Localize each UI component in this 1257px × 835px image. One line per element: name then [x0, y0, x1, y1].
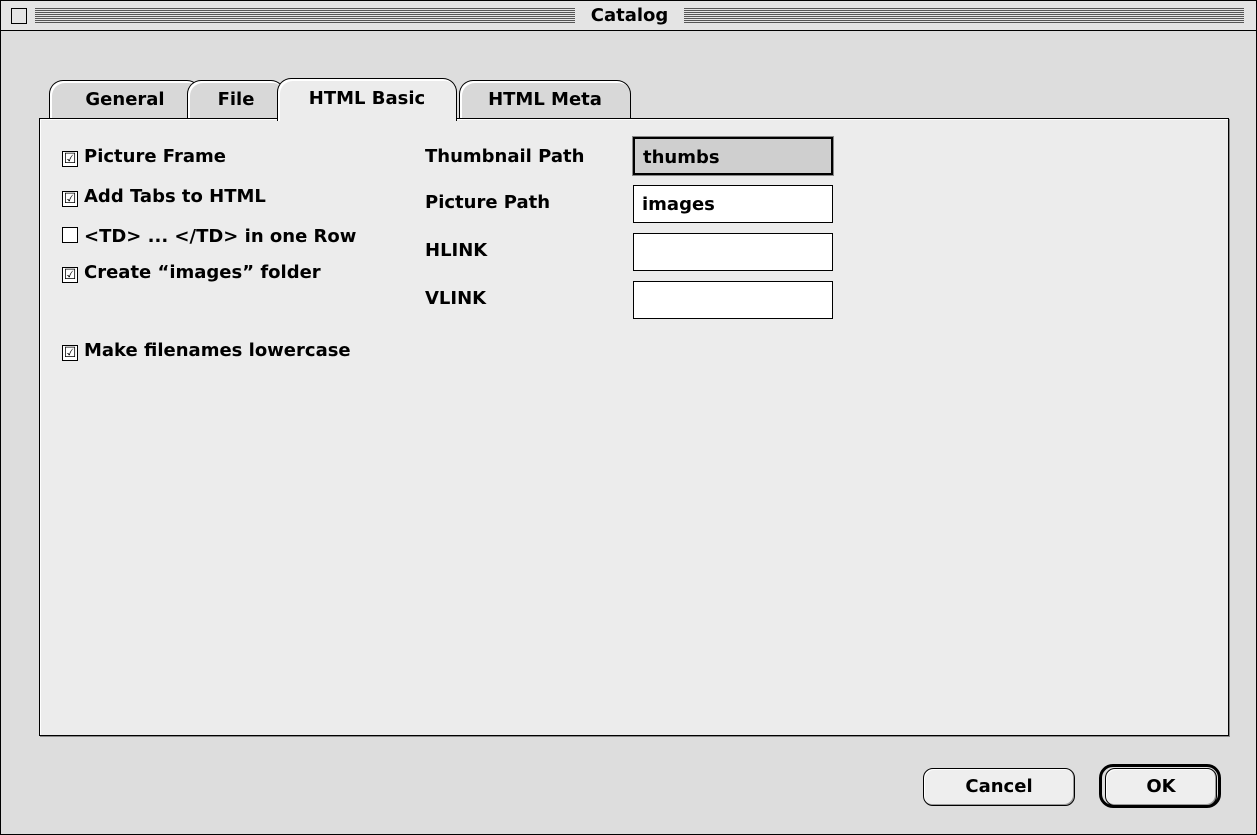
hlink-label: HLINK — [425, 240, 488, 261]
checkbox-box[interactable]: ☑ — [62, 267, 78, 283]
checkbox-label: Picture Frame — [84, 146, 226, 167]
title-bar[interactable]: Catalog — [1, 1, 1256, 31]
checkbox-label: <TD> ... </TD> in one Row — [84, 226, 357, 247]
vlink-label: VLINK — [425, 288, 487, 309]
lowercase-filenames-checkbox[interactable]: ☑ Make filenames lowercase — [62, 340, 351, 362]
picture-path-field[interactable]: images — [633, 185, 833, 223]
add-tabs-checkbox[interactable]: ☑ Add Tabs to HTML — [62, 186, 266, 208]
checkbox-box[interactable]: ☑ — [62, 345, 78, 361]
catalog-dialog: Catalog General File HTML Basic HTML Met… — [0, 0, 1257, 835]
window-title: Catalog — [575, 6, 684, 26]
cancel-button[interactable]: Cancel — [923, 768, 1075, 806]
create-images-folder-checkbox[interactable]: ☑ Create “images” folder — [62, 262, 321, 284]
thumbnail-path-label: Thumbnail Path — [425, 146, 585, 167]
ok-button[interactable]: OK — [1105, 768, 1217, 806]
checkbox-label: Add Tabs to HTML — [84, 186, 266, 207]
picture-path-label: Picture Path — [425, 192, 551, 213]
title-stripes-left — [35, 8, 575, 24]
title-stripes-right — [684, 8, 1244, 24]
html-basic-pane: ☑ Picture Frame ☑ Add Tabs to HTML <TD> ..… — [39, 118, 1229, 736]
hlink-field[interactable] — [633, 233, 833, 271]
checkbox-box[interactable] — [62, 227, 78, 243]
close-box[interactable] — [11, 8, 27, 24]
checkbox-label: Make filenames lowercase — [84, 340, 351, 361]
tab-file[interactable]: File — [187, 80, 285, 119]
checkbox-box[interactable]: ☑ — [62, 151, 78, 167]
td-one-row-checkbox[interactable]: <TD> ... </TD> in one Row — [62, 226, 356, 248]
checkbox-label: Create “images” folder — [84, 262, 321, 283]
picture-frame-checkbox[interactable]: ☑ Picture Frame — [62, 146, 226, 168]
thumbnail-path-field[interactable]: thumbs — [633, 137, 833, 175]
tab-html-meta[interactable]: HTML Meta — [459, 80, 631, 119]
vlink-field[interactable] — [633, 281, 833, 319]
checkbox-box[interactable]: ☑ — [62, 191, 78, 207]
tab-html-basic[interactable]: HTML Basic — [277, 78, 457, 121]
tab-general[interactable]: General — [49, 80, 201, 119]
